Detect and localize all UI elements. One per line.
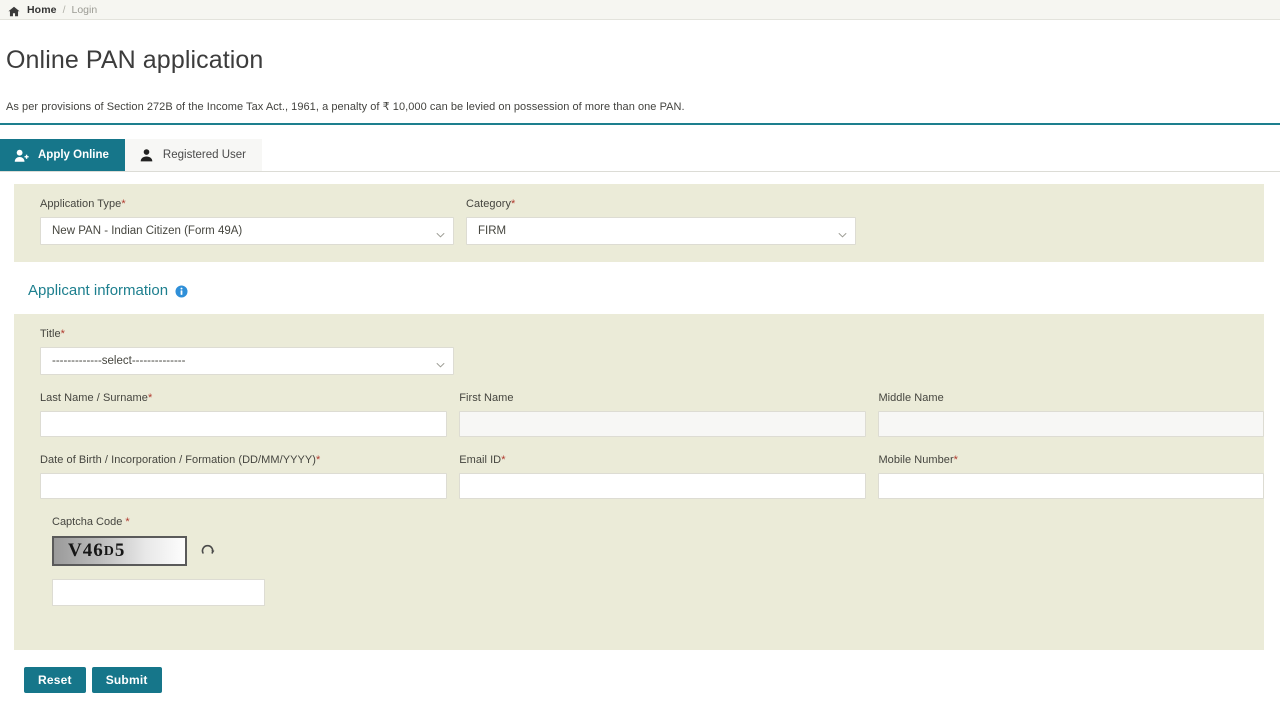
- field-mobile-number: Mobile Number*: [878, 454, 1264, 499]
- title-label: Title*: [40, 328, 454, 340]
- tab-apply-online-label: Apply Online: [38, 149, 109, 161]
- form-row-title: Title* -------------select--------------: [28, 328, 1264, 375]
- required-marker: *: [511, 198, 515, 210]
- info-icon[interactable]: [175, 285, 188, 298]
- captcha-image: V46D5: [52, 536, 187, 566]
- breadcrumb-current-login: Login: [72, 4, 98, 16]
- tab-apply-online[interactable]: Apply Online: [0, 139, 125, 171]
- home-icon: [8, 4, 20, 15]
- category-select[interactable]: FIRM: [466, 217, 856, 245]
- required-marker: *: [125, 516, 129, 528]
- field-date-of-birth: Date of Birth / Incorporation / Formatio…: [40, 454, 447, 499]
- field-middle-name: Middle Name: [878, 392, 1264, 437]
- captcha-label: Captcha Code *: [52, 516, 1264, 528]
- page-title: Online PAN application: [6, 46, 1280, 75]
- user-icon: [139, 148, 154, 163]
- first-name-label: First Name: [459, 392, 866, 404]
- date-of-birth-label: Date of Birth / Incorporation / Formatio…: [40, 454, 447, 466]
- captcha-block: Captcha Code * V46D5: [52, 516, 1264, 606]
- penalty-notice: As per provisions of Section 272B of the…: [6, 100, 1280, 113]
- field-first-name: First Name: [459, 392, 866, 437]
- user-add-icon: [14, 148, 29, 163]
- section-divider: [0, 123, 1280, 125]
- applicant-information-panel: Title* -------------select--------------…: [14, 314, 1264, 650]
- field-title: Title* -------------select--------------: [40, 328, 454, 375]
- required-marker: *: [501, 454, 505, 466]
- tab-bar: Apply Online Registered User: [0, 139, 1280, 172]
- application-type-label: Application Type*: [40, 198, 454, 210]
- first-name-input[interactable]: [459, 411, 866, 437]
- captcha-code-text: V46: [68, 540, 104, 562]
- mobile-number-input[interactable]: [878, 473, 1264, 499]
- applicant-information-label: Applicant information: [28, 282, 168, 299]
- email-input[interactable]: [459, 473, 866, 499]
- middle-name-label: Middle Name: [878, 392, 1264, 404]
- title-select[interactable]: -------------select--------------: [40, 347, 454, 375]
- tab-registered-user[interactable]: Registered User: [125, 139, 262, 171]
- refresh-icon[interactable]: [199, 543, 216, 560]
- breadcrumb-separator: /: [63, 4, 66, 16]
- captcha-code-text-small: D: [104, 544, 115, 560]
- mobile-number-label: Mobile Number*: [878, 454, 1264, 466]
- application-type-panel: Application Type* New PAN - Indian Citiz…: [14, 184, 1264, 262]
- last-name-label: Last Name / Surname*: [40, 392, 447, 404]
- field-category: Category* FIRM: [466, 198, 856, 245]
- application-type-select[interactable]: New PAN - Indian Citizen (Form 49A): [40, 217, 454, 245]
- tab-registered-user-label: Registered User: [163, 149, 246, 161]
- middle-name-input[interactable]: [878, 411, 1264, 437]
- category-label: Category*: [466, 198, 856, 210]
- required-marker: *: [61, 328, 65, 340]
- breadcrumb-link-home[interactable]: Home: [27, 4, 57, 16]
- form-row-contact: Date of Birth / Incorporation / Formatio…: [28, 454, 1264, 499]
- date-of-birth-input[interactable]: [40, 473, 447, 499]
- captcha-input[interactable]: [52, 579, 265, 606]
- last-name-input[interactable]: [40, 411, 447, 437]
- field-last-name: Last Name / Surname*: [40, 392, 447, 437]
- form-actions: Reset Submit: [24, 667, 1280, 693]
- required-marker: *: [121, 198, 125, 210]
- required-marker: *: [148, 392, 152, 404]
- field-email: Email ID*: [459, 454, 866, 499]
- field-application-type: Application Type* New PAN - Indian Citiz…: [40, 198, 454, 245]
- applicant-information-heading: Applicant information: [28, 282, 1280, 299]
- submit-button[interactable]: Submit: [92, 667, 162, 693]
- required-marker: *: [316, 454, 320, 466]
- breadcrumb: Home / Login: [0, 0, 1280, 20]
- email-label: Email ID*: [459, 454, 866, 466]
- reset-button[interactable]: Reset: [24, 667, 86, 693]
- form-row-names: Last Name / Surname* First Name Middle N…: [28, 392, 1264, 437]
- required-marker: *: [954, 454, 958, 466]
- captcha-code-text-end: 5: [115, 540, 126, 562]
